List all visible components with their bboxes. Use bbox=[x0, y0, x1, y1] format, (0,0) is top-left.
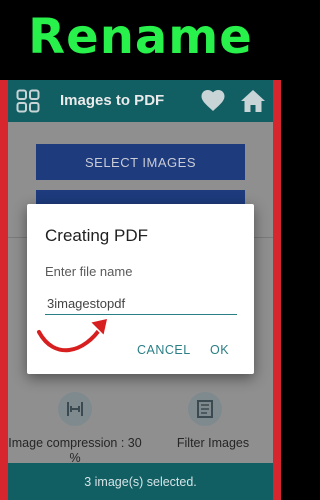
banner-title: Rename bbox=[28, 9, 253, 65]
filter-images-label[interactable]: Filter Images bbox=[158, 436, 268, 450]
compress-icon[interactable] bbox=[58, 392, 92, 426]
cancel-button[interactable]: CANCEL bbox=[137, 343, 191, 357]
file-name-hint: Enter file name bbox=[45, 264, 133, 279]
ok-button[interactable]: OK bbox=[210, 343, 229, 357]
dialog-title: Creating PDF bbox=[45, 226, 148, 245]
filter-icon[interactable] bbox=[188, 392, 222, 426]
app-title: Images to PDF bbox=[60, 92, 165, 109]
red-arrow-annotation bbox=[35, 317, 109, 354]
compression-label[interactable]: Image compression : 30 % bbox=[8, 436, 142, 466]
select-images-button[interactable]: SELECT IMAGES bbox=[36, 144, 245, 180]
grid-icon[interactable] bbox=[16, 89, 40, 113]
heart-icon[interactable] bbox=[201, 90, 225, 112]
status-bar: 3 image(s) selected. bbox=[8, 463, 273, 500]
banner: Rename bbox=[0, 0, 281, 74]
status-text: 3 image(s) selected. bbox=[84, 474, 197, 489]
home-icon[interactable] bbox=[240, 88, 266, 114]
app-bar: Images to PDF bbox=[8, 80, 273, 122]
